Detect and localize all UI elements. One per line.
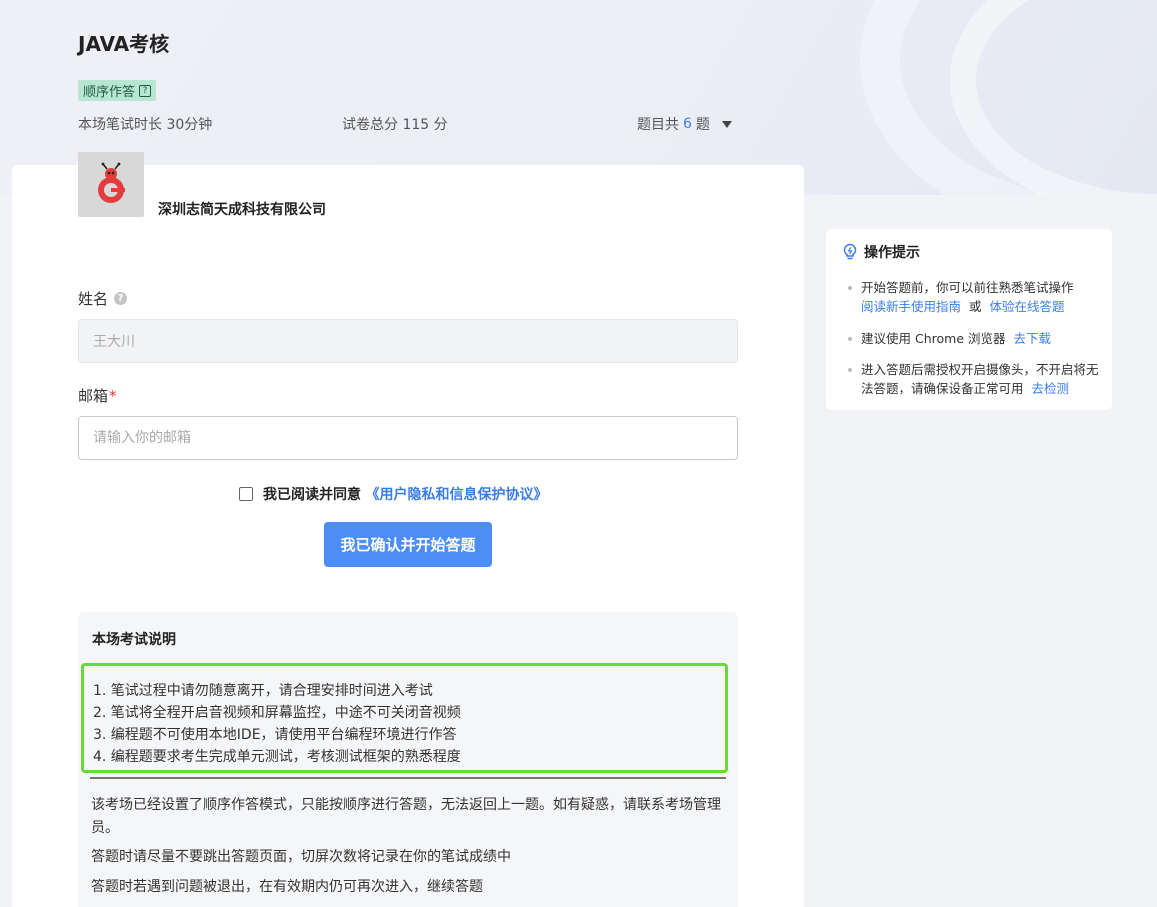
help-icon[interactable]: ? — [114, 292, 128, 305]
page-title: JAVA考核 — [78, 32, 170, 56]
question-count-prefix: 题目共 — [637, 117, 679, 133]
name-label: 姓名 ? — [78, 288, 128, 309]
notes-paragraph: 答题时请尽量不要跳出答题页面，切屏次数将记录在你的笔试成绩中 — [91, 849, 511, 865]
agreement-text: 我已阅读并同意 — [263, 487, 361, 503]
privacy-agreement-link[interactable]: 《用户隐私和信息保护协议》 — [365, 487, 547, 503]
tip-text: 建议使用 Chrome 浏览器 — [861, 331, 1006, 346]
exam-rule: 3. 编程题不可使用本地IDE，请使用平台编程环境进行作答 — [93, 727, 457, 743]
email-field[interactable] — [78, 416, 738, 460]
question-icon[interactable]: ? — [139, 84, 152, 97]
divider — [90, 777, 726, 779]
bee-logo-icon — [78, 152, 144, 217]
tip-item: 进入答题后需授权开启摄像头，不开启将无法答题，请确保设备正常可用 去检测 — [848, 360, 1104, 398]
exam-rule: 2. 笔试将全程开启音视频和屏幕监控，中途不可关闭音视频 — [93, 705, 461, 721]
try-online-link[interactable]: 体验在线答题 — [989, 299, 1064, 314]
agreement-checkbox[interactable] — [239, 487, 253, 501]
device-check-link[interactable]: 去检测 — [1031, 381, 1069, 396]
exam-rules-list: 1. 笔试过程中请勿随意离开，请合理安排时间进入考试 2. 笔试将全程开启音视频… — [81, 663, 728, 773]
tip-item: 开始答题前，你可以前往熟悉笔试操作 阅读新手使用指南 或 体验在线答题 — [848, 278, 1104, 316]
notes-paragraph: 该考场已经设置了顺序作答模式，只能按顺序进行答题，无法返回上一题。如有疑惑，请联… — [91, 797, 721, 836]
question-count-number: 6 — [683, 116, 692, 132]
download-chrome-link[interactable]: 去下载 — [1013, 331, 1051, 346]
tip-item: 建议使用 Chrome 浏览器 去下载 — [848, 329, 1104, 348]
start-exam-button[interactable]: 我已确认并开始答题 — [324, 522, 492, 567]
question-count-suffix: 题 — [695, 117, 710, 133]
exam-rule: 1. 笔试过程中请勿随意离开，请合理安排时间进入考试 — [93, 683, 433, 699]
mode-badge: 顺序作答 ? — [78, 80, 157, 101]
exam-duration: 本场笔试时长 30分钟 — [78, 117, 213, 133]
beginner-guide-link[interactable]: 阅读新手使用指南 — [861, 299, 961, 314]
exam-rule: 4. 编程题要求考生完成单元测试，考核测试框架的熟悉程度 — [93, 749, 461, 765]
caret-down-icon[interactable] — [721, 120, 732, 128]
email-label-text: 邮箱 — [78, 387, 109, 405]
tips-title: 操作提示 — [864, 245, 920, 261]
agreement-row: 我已阅读并同意 《用户隐私和信息保护协议》 — [239, 484, 547, 504]
notes-paragraph: 答题时若遇到问题被退出，在有效期内仍可再次进入，继续答题 — [91, 879, 483, 895]
exam-notes-title: 本场考试说明 — [92, 632, 176, 648]
name-label-text: 姓名 — [78, 290, 109, 308]
tips-header: 操作提示 — [842, 242, 920, 262]
lightbulb-icon — [843, 243, 857, 260]
tip-text: 开始答题前，你可以前往熟悉笔试操作 — [861, 280, 1074, 295]
mode-badge-label: 顺序作答 — [83, 85, 136, 100]
email-label: 邮箱 * — [78, 385, 117, 406]
company-name: 深圳志简天成科技有限公司 — [158, 202, 326, 218]
tip-or-text: 或 — [968, 299, 982, 314]
required-marker: * — [109, 386, 117, 405]
exam-total-score: 试卷总分 115 分 — [342, 117, 448, 133]
question-count-dropdown[interactable]: 题目共 6 题 — [637, 114, 732, 134]
name-field[interactable] — [78, 319, 738, 363]
